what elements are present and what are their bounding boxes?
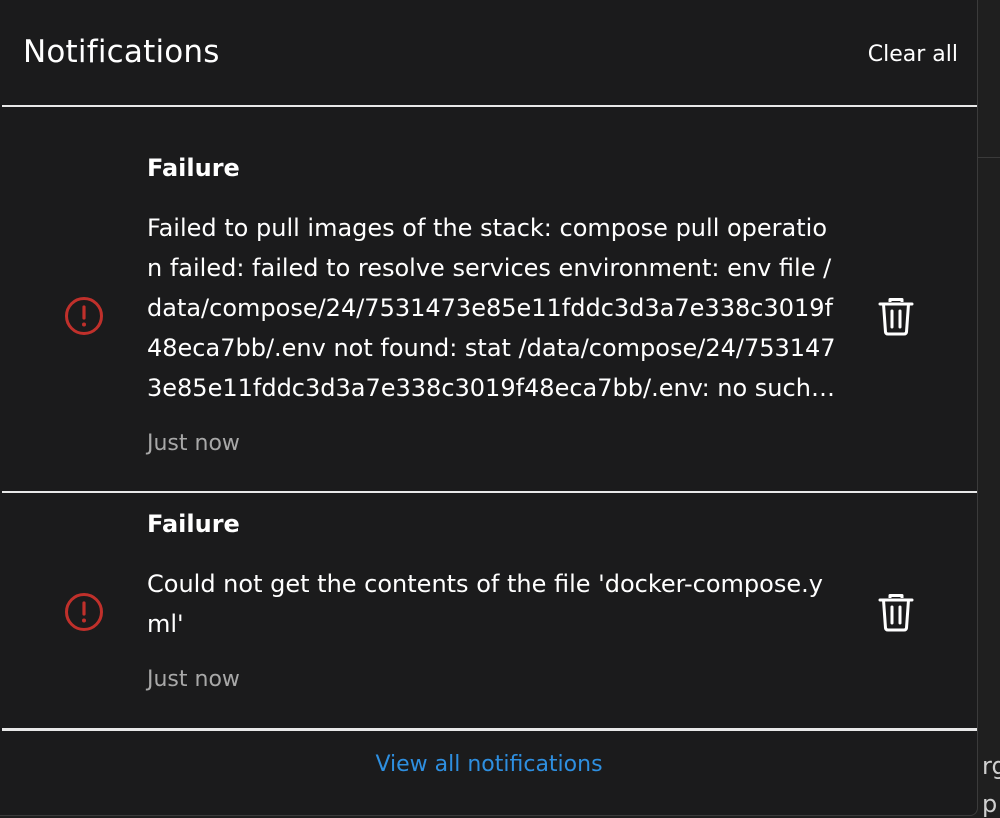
notification-title: Failure — [147, 510, 240, 538]
background-text-fragment: p — [982, 790, 998, 818]
notification-message: Failed to pull images of the stack: comp… — [147, 214, 836, 402]
clear-all-button[interactable]: Clear all — [868, 42, 958, 67]
footer-divider — [2, 728, 977, 731]
notification-item: Failure Failed to pull images of the sta… — [0, 108, 977, 492]
header-divider — [2, 105, 977, 107]
trash-icon[interactable] — [878, 296, 914, 336]
notification-message: Could not get the contents of the file '… — [147, 570, 823, 638]
trash-icon[interactable] — [878, 592, 914, 632]
view-all-notifications-link[interactable]: View all notifications — [0, 752, 977, 777]
alert-circle-icon — [65, 297, 103, 335]
notification-divider — [2, 491, 977, 493]
notification-title: Failure — [147, 154, 240, 182]
panel-title: Notifications — [23, 34, 220, 70]
notifications-panel: Notifications Clear all Failure Failed t… — [0, 0, 978, 816]
alert-circle-icon — [65, 593, 103, 631]
background-divider — [975, 157, 1000, 158]
notification-item: Failure Could not get the contents of th… — [0, 494, 977, 728]
notification-timestamp: Just now — [147, 667, 240, 692]
background-text-fragment: rg — [982, 752, 1000, 780]
panel-header: Notifications Clear all — [0, 0, 977, 106]
notification-timestamp: Just now — [147, 431, 240, 456]
